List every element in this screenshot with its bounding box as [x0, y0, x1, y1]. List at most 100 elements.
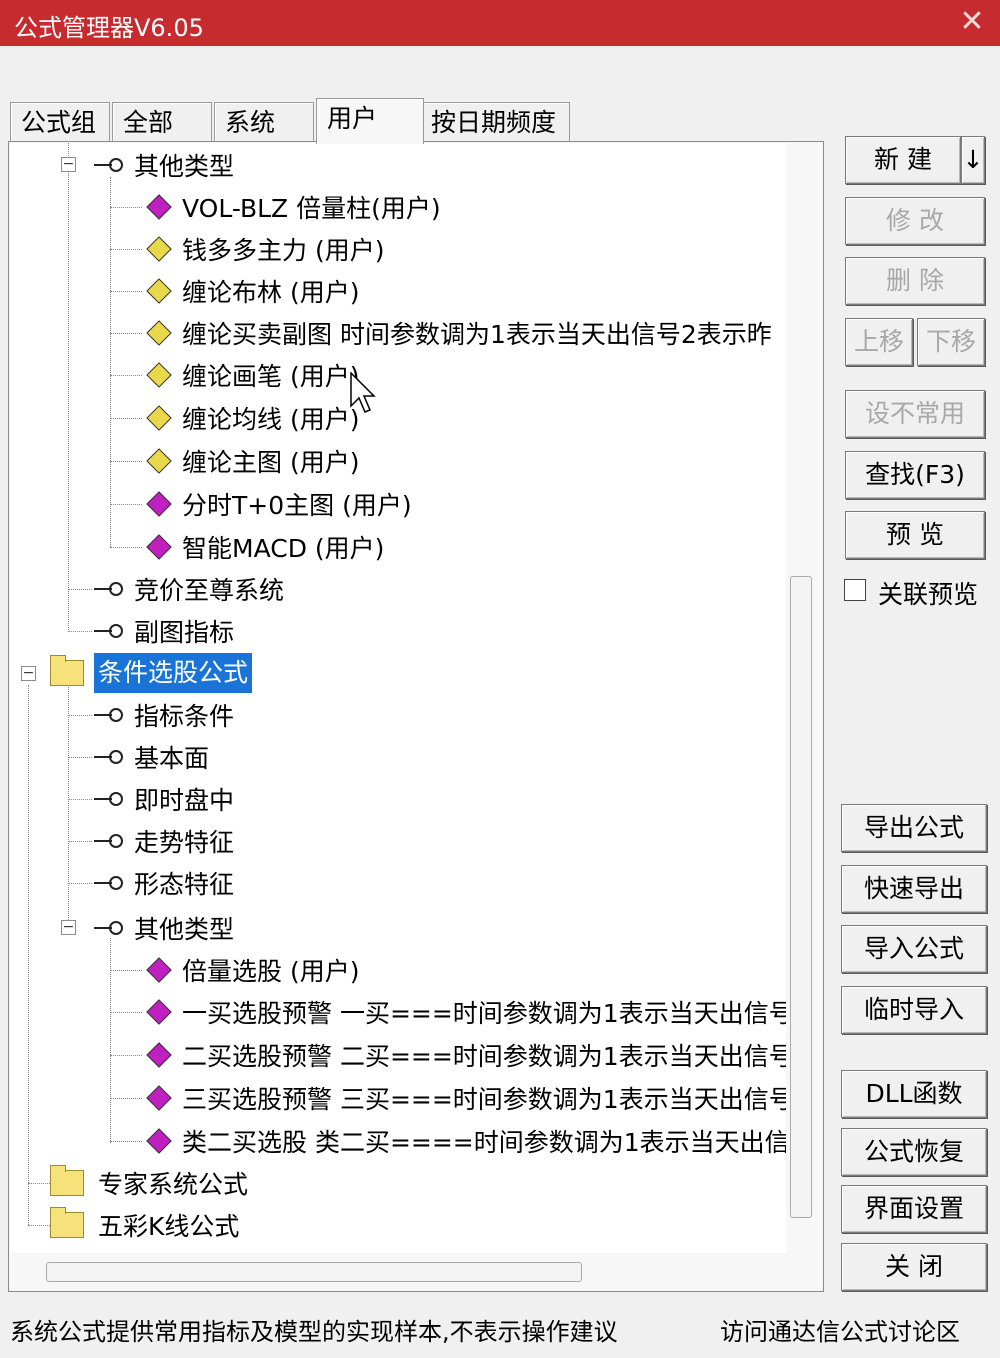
collapse-toggle[interactable]: −	[21, 666, 36, 681]
tab-by-date-frequency[interactable]: 按日期频度	[420, 102, 570, 142]
tree-formula-node[interactable]: 缠论画笔 (用户)	[142, 355, 363, 395]
tree-formula-node[interactable]: 二买选股预警 二买===时间参数调为1表示当天出信号	[142, 1035, 786, 1075]
tree-formula-node[interactable]: 倍量选股 (用户)	[142, 950, 363, 990]
collapse-toggle[interactable]: −	[61, 157, 76, 172]
tab-label: 全部	[123, 108, 174, 137]
tree-formula-node[interactable]: 智能MACD (用户)	[142, 527, 388, 567]
collapse-toggle[interactable]: −	[61, 920, 76, 935]
linked-preview-label: 关联预览	[878, 580, 979, 609]
key-icon	[92, 579, 126, 599]
tree-group-node[interactable]: 基本面	[92, 737, 213, 777]
move-down-button[interactable]: 下移	[917, 318, 985, 366]
key-icon	[92, 621, 126, 641]
tree-node-label: 其他类型	[134, 915, 235, 944]
set-uncommon-button[interactable]: 设不常用	[845, 390, 985, 438]
tab-label: 系统	[225, 108, 276, 137]
tree-node-label: 缠论画笔 (用户)	[182, 362, 360, 391]
window-title: 公式管理器V6.05	[14, 14, 204, 42]
forum-link[interactable]: 访问通达信公式讨论区	[720, 1312, 960, 1347]
tree-node-label: 缠论主图 (用户)	[182, 448, 360, 477]
diamond-icon	[146, 957, 172, 983]
tab-label: 公式组	[21, 108, 97, 137]
key-icon	[92, 747, 126, 767]
diamond-icon	[146, 405, 172, 431]
tab-formula-group[interactable]: 公式组	[10, 102, 110, 142]
tree-node-label: 即时盘中	[134, 786, 235, 815]
mouse-cursor-icon	[350, 372, 376, 413]
close-icon[interactable]: ✕	[954, 4, 990, 40]
title-bar: 公式管理器V6.05 ✕	[0, 0, 1000, 46]
tree-formula-node[interactable]: VOL-BLZ 倍量柱(用户)	[142, 187, 445, 227]
tree-node-label: VOL-BLZ 倍量柱(用户)	[182, 194, 441, 223]
tree-group-node[interactable]: 走势特征	[92, 821, 238, 861]
tree-formula-node[interactable]: 类二买选股 类二买====时间参数调为1表示当天出信	[142, 1121, 786, 1161]
diamond-icon	[146, 362, 172, 388]
linked-preview-checkbox[interactable]	[844, 579, 866, 601]
preview-button[interactable]: 预 览	[845, 511, 985, 559]
tree-node-label: 一买选股预警 一买===时间参数调为1表示当天出信号	[182, 999, 786, 1028]
tree-group-node[interactable]: 其他类型	[92, 145, 238, 185]
tree-node-label: 指标条件	[134, 702, 235, 731]
tree-node-label: 类二买选股 类二买====时间参数调为1表示当天出信	[182, 1128, 786, 1157]
tree-formula-node[interactable]: 缠论均线 (用户)	[142, 398, 363, 438]
tree-folder-node[interactable]: 五彩K线公式	[50, 1205, 243, 1245]
new-dropdown-button[interactable]: ↓	[961, 136, 985, 184]
tree-group-node[interactable]: 其他类型	[92, 908, 238, 948]
key-icon	[92, 789, 126, 809]
tree-folder-node[interactable]: 专家系统公式	[50, 1163, 252, 1203]
restore-formula-button[interactable]: 公式恢复	[841, 1128, 987, 1176]
tree-group-node[interactable]: 形态特征	[92, 863, 238, 903]
tab-all[interactable]: 全部	[112, 102, 212, 142]
tree-node-label: 分时T+0主图 (用户)	[182, 491, 412, 520]
tree-formula-node[interactable]: 钱多多主力 (用户)	[142, 229, 388, 269]
delete-button[interactable]: 删 除	[845, 257, 985, 305]
tree-formula-node[interactable]: 缠论主图 (用户)	[142, 441, 363, 481]
diamond-icon	[146, 1128, 172, 1154]
tree-node-label: 缠论布林 (用户)	[182, 278, 360, 307]
tree-node-label: 钱多多主力 (用户)	[182, 236, 385, 265]
tree-node-label: 基本面	[134, 744, 210, 773]
modify-button[interactable]: 修 改	[845, 197, 985, 245]
tree-folder-node[interactable]: 条件选股公式	[50, 653, 253, 693]
diamond-icon	[146, 278, 172, 304]
tree-formula-node[interactable]: 缠论布林 (用户)	[142, 271, 363, 311]
diamond-icon	[146, 534, 172, 560]
move-up-button[interactable]: 上移	[845, 318, 913, 366]
tree-formula-node[interactable]: 三买选股预警 三买===时间参数调为1表示当天出信号	[142, 1078, 786, 1118]
dll-function-button[interactable]: DLL函数	[841, 1070, 987, 1118]
tree-formula-node[interactable]: 一买选股预警 一买===时间参数调为1表示当天出信号	[142, 992, 786, 1032]
key-icon	[92, 155, 126, 175]
tab-user[interactable]: 用户	[316, 98, 424, 144]
tree-formula-node[interactable]: 分时T+0主图 (用户)	[142, 484, 416, 524]
tree-group-node[interactable]: 副图指标	[92, 611, 238, 651]
status-text: 系统公式提供常用指标及模型的实现样本,不表示操作建议	[10, 1318, 618, 1346]
new-button[interactable]: 新 建	[845, 136, 961, 184]
diamond-icon	[146, 320, 172, 346]
temp-import-button[interactable]: 临时导入	[841, 986, 987, 1034]
tree-formula-node[interactable]: 缠论买卖副图 时间参数调为1表示当天出信号2表示昨	[142, 313, 776, 353]
horizontal-scrollbar[interactable]	[46, 1262, 582, 1282]
export-formula-button[interactable]: 导出公式	[841, 804, 987, 852]
vertical-scrollbar[interactable]	[790, 576, 812, 1218]
folder-icon	[50, 1207, 84, 1238]
tab-label: 按日期频度	[431, 108, 557, 137]
find-button[interactable]: 查找(F3)	[845, 451, 985, 499]
close-button[interactable]: 关 闭	[841, 1243, 987, 1291]
tree-node-label: 副图指标	[134, 618, 235, 647]
tree-group-node[interactable]: 竞价至尊系统	[92, 569, 288, 609]
folder-icon	[50, 655, 84, 686]
import-formula-button[interactable]: 导入公式	[841, 925, 987, 973]
tree-node-label: 缠论买卖副图 时间参数调为1表示当天出信号2表示昨	[182, 320, 772, 349]
tree-node-label: 倍量选股 (用户)	[182, 957, 360, 986]
key-icon	[92, 873, 126, 893]
tab-label: 用户	[327, 104, 378, 133]
tree-group-node[interactable]: 即时盘中	[92, 779, 238, 819]
tree-node-label: 二买选股预警 二买===时间参数调为1表示当天出信号	[182, 1042, 786, 1071]
quick-export-button[interactable]: 快速导出	[841, 865, 987, 913]
tree-group-node[interactable]: 指标条件	[92, 695, 238, 735]
tab-system[interactable]: 系统	[214, 102, 314, 142]
ui-settings-button[interactable]: 界面设置	[841, 1185, 987, 1233]
formula-tree[interactable]: − − − 其他类型 VOL-BLZ 倍量柱(用户) 钱多多主力 (用户) 缠论…	[10, 143, 786, 1253]
key-icon	[92, 918, 126, 938]
tree-node-label: 智能MACD (用户)	[182, 534, 385, 563]
